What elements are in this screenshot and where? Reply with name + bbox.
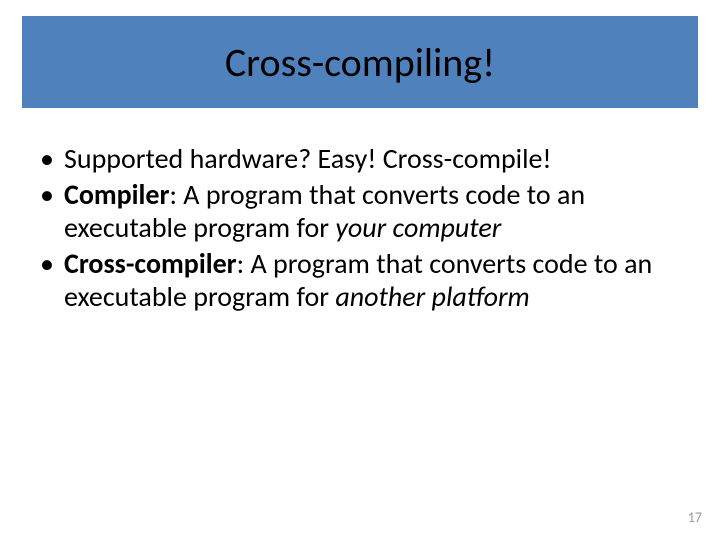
slide-title: Cross-compiling!: [225, 38, 495, 87]
bullet-icon: •: [36, 178, 64, 212]
bullet-text: Compiler: A program that converts code t…: [64, 178, 686, 245]
bullet-text: Cross-compiler: A program that converts …: [64, 247, 686, 314]
bullet-icon: •: [36, 247, 64, 281]
bullet-icon: •: [36, 142, 64, 176]
bullet-item: • Compiler: A program that converts code…: [36, 178, 686, 245]
bullet-text: Supported hardware? Easy! Cross-compile!: [64, 142, 686, 176]
slide-body: • Supported hardware? Easy! Cross-compil…: [36, 142, 686, 316]
page-number: 17: [688, 509, 702, 526]
bullet-item: • Cross-compiler: A program that convert…: [36, 247, 686, 314]
title-bar: Cross-compiling!: [22, 16, 698, 108]
bullet-item: • Supported hardware? Easy! Cross-compil…: [36, 142, 686, 176]
